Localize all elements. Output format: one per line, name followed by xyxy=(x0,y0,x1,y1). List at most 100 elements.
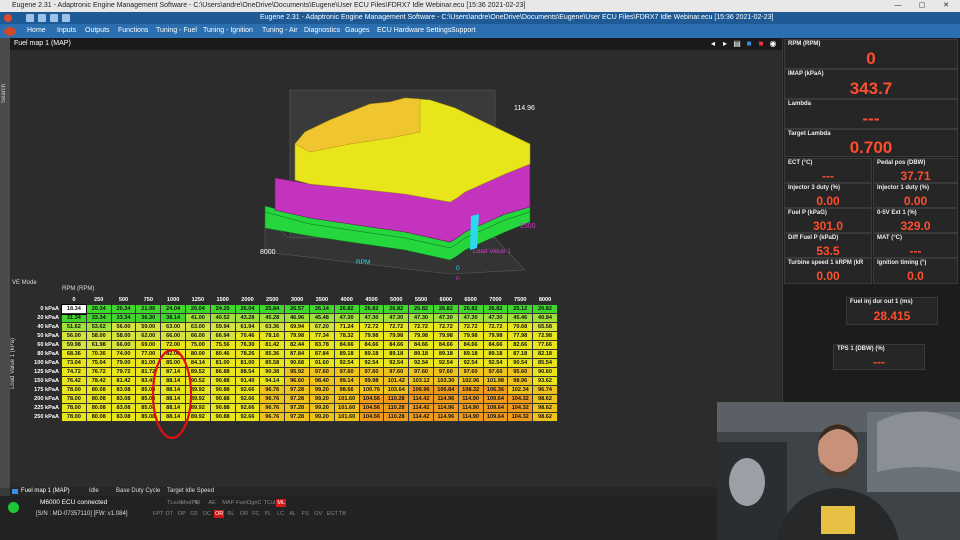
ve-cell[interactable]: 110.28 xyxy=(383,394,410,404)
gauge-tps-1[interactable]: TPS 1 (DBW) (%) --- xyxy=(833,344,925,370)
ve-cell[interactable]: 106.96 xyxy=(408,385,434,395)
ve-cell[interactable]: 80.08 xyxy=(85,412,112,422)
ve-cell[interactable]: 89.18 xyxy=(333,349,360,359)
ve-cell[interactable]: 78.26 xyxy=(234,349,261,359)
ve-cell[interactable]: 79.98 xyxy=(457,331,484,341)
undo-icon[interactable] xyxy=(26,14,34,22)
ve-cell[interactable]: 40.52 xyxy=(209,313,236,323)
ve-cell[interactable]: 38.14 xyxy=(160,313,186,323)
ve-cell[interactable]: 26.82 xyxy=(432,304,459,314)
ve-cell[interactable]: 90.38 xyxy=(259,367,286,377)
gauge-pedal-pos[interactable]: Pedal pos (DBW) 37.71 xyxy=(873,158,958,183)
ve-cell[interactable]: 102.96 xyxy=(457,376,484,386)
ve-cell[interactable]: 63.36 xyxy=(259,322,286,332)
ve-cell[interactable]: 76.30 xyxy=(234,340,261,350)
ve-cell[interactable]: 33.34 xyxy=(85,313,112,323)
gauge-ect[interactable]: ECT (°C) --- xyxy=(784,158,872,183)
ve-cell[interactable]: 114.96 xyxy=(432,394,459,404)
ve-column-header[interactable]: 7500 xyxy=(507,295,534,305)
ve-cell[interactable]: 20.34 xyxy=(85,304,112,314)
ve-cell[interactable]: 72.72 xyxy=(408,322,434,332)
ve-cell[interactable]: 79.98 xyxy=(408,331,434,341)
gauge-turbine-speed[interactable]: Turbine speed 1 kRPM (kR 0.00 xyxy=(784,258,872,284)
ve-column-header[interactable]: 5500 xyxy=(408,295,434,305)
gauge-fuel-inj-dur[interactable]: Fuel inj dur out 1 (ms) 28.415 xyxy=(846,297,938,325)
ve-cell[interactable]: 40.84 xyxy=(532,313,558,323)
ve-cell[interactable]: 25.12 xyxy=(507,304,534,314)
ve-cell[interactable]: 66.00 xyxy=(160,331,186,341)
ve-cell[interactable]: 58.00 xyxy=(110,331,137,341)
ve-cell[interactable]: 83.08 xyxy=(110,385,137,395)
menu-inputs[interactable]: Inputs xyxy=(57,24,76,38)
ve-row-header[interactable]: 175 kPaA xyxy=(30,385,62,395)
ve-cell[interactable]: 90.54 xyxy=(507,358,534,368)
ve-cell[interactable]: 26.82 xyxy=(383,304,410,314)
ve-cell[interactable]: 84.66 xyxy=(457,340,484,350)
ve-cell[interactable]: 77.34 xyxy=(308,331,335,341)
ve-cell[interactable]: 92.54 xyxy=(408,358,434,368)
ve-cell[interactable]: 75.04 xyxy=(85,358,112,368)
ve-cell[interactable]: 93.62 xyxy=(532,376,558,386)
ve-cell[interactable]: 73.04 xyxy=(61,358,87,368)
ve-column-header[interactable]: 5000 xyxy=(383,295,410,305)
ve-cell[interactable]: 63.00 xyxy=(184,322,211,332)
ve-cell[interactable]: 85.36 xyxy=(259,349,286,359)
ve-cell[interactable]: 47.30 xyxy=(333,313,360,323)
ve-cell[interactable]: 76.72 xyxy=(85,367,112,377)
ve-column-header[interactable]: 2000 xyxy=(234,295,261,305)
ve-cell[interactable]: 78.32 xyxy=(333,331,360,341)
ve-cell[interactable]: 109.64 xyxy=(482,394,509,404)
ve-cell[interactable]: 72.72 xyxy=(432,322,459,332)
close-button[interactable]: ✕ xyxy=(936,0,956,12)
ve-row-header[interactable]: 0 kPaA xyxy=(30,304,62,314)
ve-cell[interactable]: 85.54 xyxy=(532,358,558,368)
ve-cell[interactable]: 66.94 xyxy=(209,331,236,341)
ve-cell[interactable]: 76.42 xyxy=(61,376,87,386)
ve-cell[interactable]: 20.34 xyxy=(110,304,137,314)
ve-cell[interactable]: 89.18 xyxy=(408,349,434,359)
ve-column-header[interactable]: 6500 xyxy=(457,295,484,305)
ve-cell[interactable]: 47.30 xyxy=(432,313,459,323)
ve-cell[interactable]: 109.64 xyxy=(482,403,509,413)
ve-column-header[interactable]: 2500 xyxy=(259,295,286,305)
app-menu-icon[interactable] xyxy=(4,27,16,36)
ve-cell[interactable]: 77.66 xyxy=(532,340,558,350)
ve-cell[interactable]: 89.18 xyxy=(358,349,385,359)
ve-cell[interactable]: 90.60 xyxy=(532,367,558,377)
ve-cell[interactable]: 26.57 xyxy=(284,304,310,314)
ve-cell[interactable]: 80.08 xyxy=(85,403,112,413)
ve-cell[interactable]: 96.60 xyxy=(284,376,310,386)
ve-cell[interactable]: 74.72 xyxy=(61,367,87,377)
ve-column-header[interactable]: 1250 xyxy=(184,295,211,305)
ve-cell[interactable]: 98.96 xyxy=(507,376,534,386)
ve-row-header[interactable]: 50 kPaA xyxy=(30,331,62,341)
ve-cell[interactable]: 79.98 xyxy=(358,331,385,341)
ve-cell[interactable]: 56.00 xyxy=(61,331,87,341)
fuel-map-3d-surface[interactable]: 114.96 8000 RPM 2500 Load Value 1 0 0 xyxy=(10,52,782,280)
ve-cell[interactable]: 79.98 xyxy=(284,331,310,341)
ve-cell[interactable]: 61.94 xyxy=(234,322,261,332)
ve-cell[interactable]: 72.72 xyxy=(358,322,385,332)
ve-cell[interactable]: 104.32 xyxy=(507,394,534,404)
ve-cell[interactable]: 103.64 xyxy=(383,385,410,395)
ve-cell[interactable]: 69.94 xyxy=(284,322,310,332)
ve-cell[interactable]: 79.98 xyxy=(482,331,509,341)
gauge-target-lambda[interactable]: Target Lambda 0.700 xyxy=(784,129,958,157)
ve-cell[interactable]: 78.00 xyxy=(61,403,87,413)
menu-tuning-fuel[interactable]: Tuning - Fuel xyxy=(156,24,197,38)
menu-tuning-air[interactable]: Tuning - Air xyxy=(262,24,298,38)
ve-cell[interactable]: 95.92 xyxy=(284,367,310,377)
ve-cell[interactable]: 66.00 xyxy=(184,331,211,341)
menu-gauges[interactable]: Gauges xyxy=(345,24,370,38)
ve-cell[interactable]: 78.00 xyxy=(61,385,87,395)
ve-cell[interactable]: 98.62 xyxy=(532,412,558,422)
ve-cell[interactable]: 26.82 xyxy=(333,304,360,314)
ve-cell[interactable]: 82.66 xyxy=(507,340,534,350)
ve-cell[interactable]: 25.84 xyxy=(259,304,286,314)
gauge-injector-1[interactable]: Injector 1 duty (%) 0.00 xyxy=(873,183,958,208)
ve-cell[interactable]: 110.28 xyxy=(383,412,410,422)
ve-cell[interactable]: 26.14 xyxy=(308,304,335,314)
ve-cell[interactable]: 84.66 xyxy=(358,340,385,350)
ve-cell[interactable]: 36.30 xyxy=(135,313,162,323)
ve-cell[interactable]: 101.60 xyxy=(333,403,360,413)
